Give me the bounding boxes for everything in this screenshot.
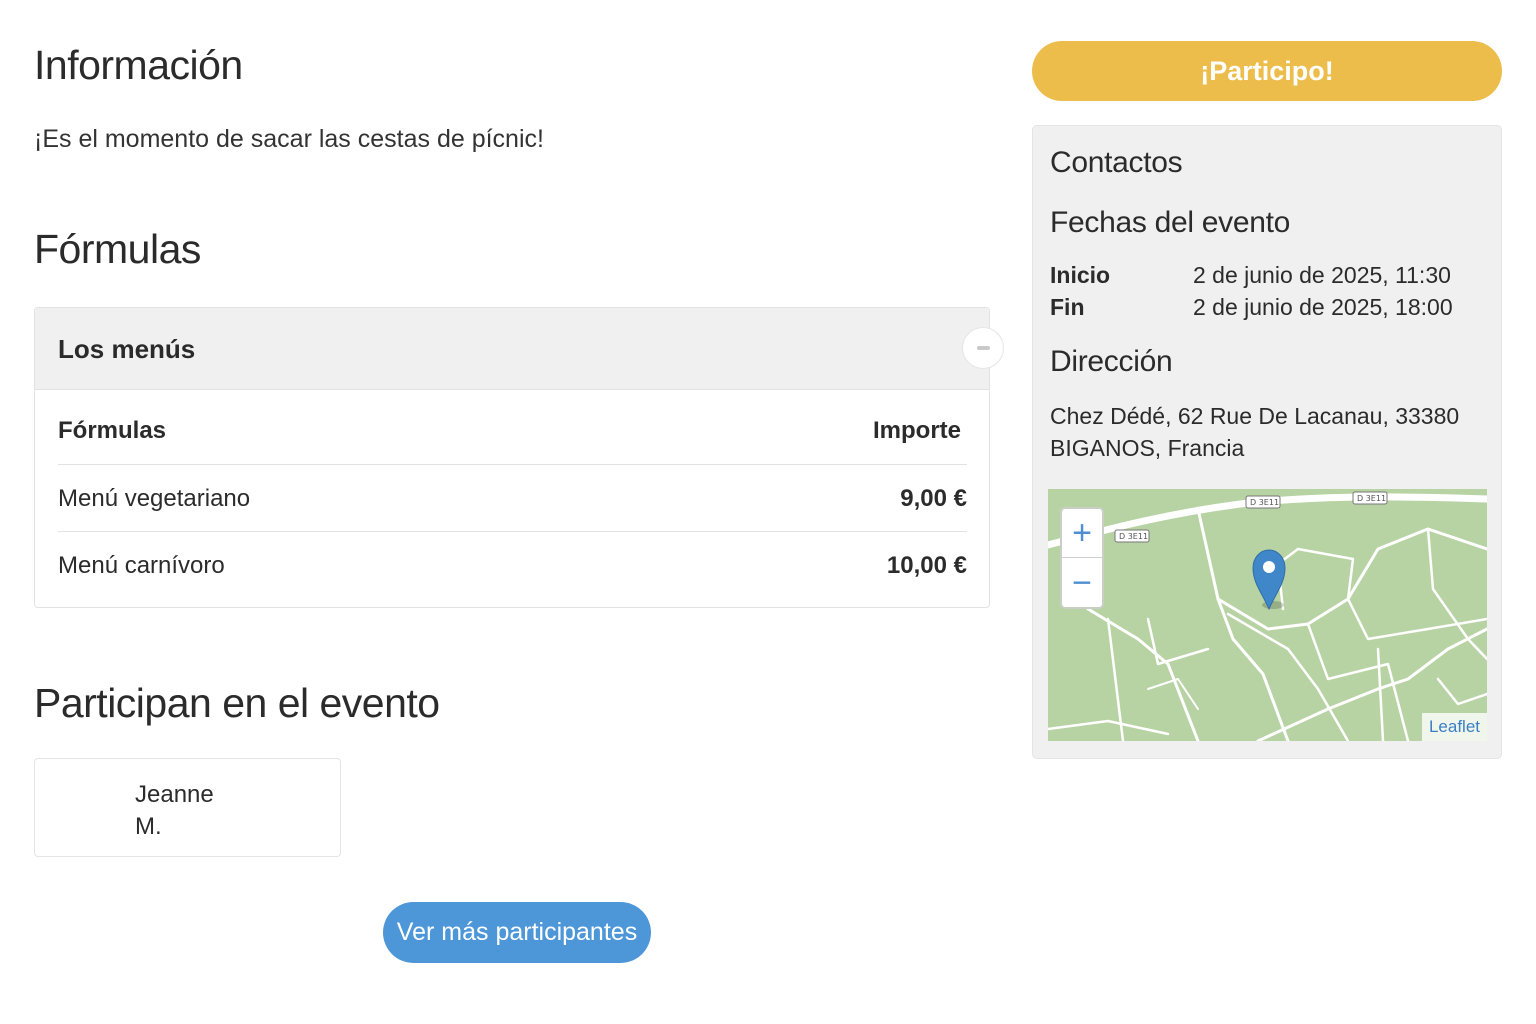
column-header-amount: Importe	[872, 417, 961, 444]
table-row: Menú carnívoro 10,00 €	[58, 532, 967, 599]
end-label: Fin	[1050, 294, 1085, 320]
end-value: 2 de junio de 2025, 18:00	[1193, 294, 1453, 320]
contacts-title: Contactos	[1050, 146, 1183, 179]
participant-card[interactable]: Jeanne M.	[34, 758, 341, 857]
menus-card-header[interactable]: Los menús	[35, 308, 1004, 390]
info-text: ¡Es el momento de sacar las cestas de pí…	[34, 125, 544, 153]
road-label: D 3E11	[1119, 532, 1148, 541]
collapse-button[interactable]	[962, 327, 1004, 369]
map-attribution[interactable]: Leaflet	[1421, 713, 1487, 741]
address-line-2: BIGANOS, Francia	[1050, 435, 1245, 461]
formula-price: 9,00 €	[900, 485, 967, 512]
zoom-out-button[interactable]: −	[1062, 558, 1102, 607]
address-title: Dirección	[1050, 345, 1173, 378]
column-header-formula: Fórmulas	[58, 417, 167, 444]
location-map[interactable]: D 3E11 D 3E11 D 3E11 + − Leaflet	[1048, 489, 1487, 741]
menus-card: Los menús Fórmulas Importe Menú vegetari…	[34, 307, 1004, 608]
road-label: D 3E11	[1250, 498, 1279, 507]
formulas-table: Fórmulas Importe Menú vegetariano 9,00 €…	[58, 390, 967, 599]
info-title: Información	[34, 42, 243, 88]
address-line-1: Chez Dédé, 62 Rue De Lacanau, 33380	[1050, 403, 1460, 429]
formula-name: Menú carnívoro	[58, 552, 225, 579]
participant-first-name: Jeanne	[135, 781, 214, 808]
map-marker-icon[interactable]	[1252, 549, 1286, 611]
map-roads: D 3E11 D 3E11 D 3E11	[1048, 491, 1487, 741]
event-dates-title: Fechas del evento	[1050, 206, 1291, 239]
participants-title: Participan en el evento	[34, 680, 440, 726]
table-row: Menú vegetariano 9,00 €	[58, 465, 967, 532]
participate-button[interactable]: ¡Participo!	[1032, 41, 1502, 101]
menus-card-title: Los menús	[58, 334, 196, 364]
formulas-title: Fórmulas	[34, 226, 201, 272]
formula-price: 10,00 €	[886, 552, 967, 579]
start-value: 2 de junio de 2025, 11:30	[1193, 262, 1451, 288]
formula-name: Menú vegetariano	[58, 485, 251, 512]
road-label: D 3E11	[1357, 494, 1386, 503]
zoom-in-button[interactable]: +	[1062, 509, 1102, 558]
zoom-control: + −	[1060, 507, 1104, 609]
event-details-panel: Contactos Fechas del evento Inicio 2 de …	[1032, 125, 1502, 759]
minus-icon	[976, 346, 990, 350]
more-participants-button[interactable]: Ver más participantes	[383, 902, 651, 963]
table-header-row: Fórmulas Importe	[58, 390, 967, 465]
address-text: Chez Dédé, 62 Rue De Lacanau, 33380 BIGA…	[1050, 400, 1470, 464]
participant-name: Jeanne M.	[135, 779, 214, 843]
participant-last-name: M.	[135, 813, 162, 840]
start-label: Inicio	[1050, 262, 1111, 288]
